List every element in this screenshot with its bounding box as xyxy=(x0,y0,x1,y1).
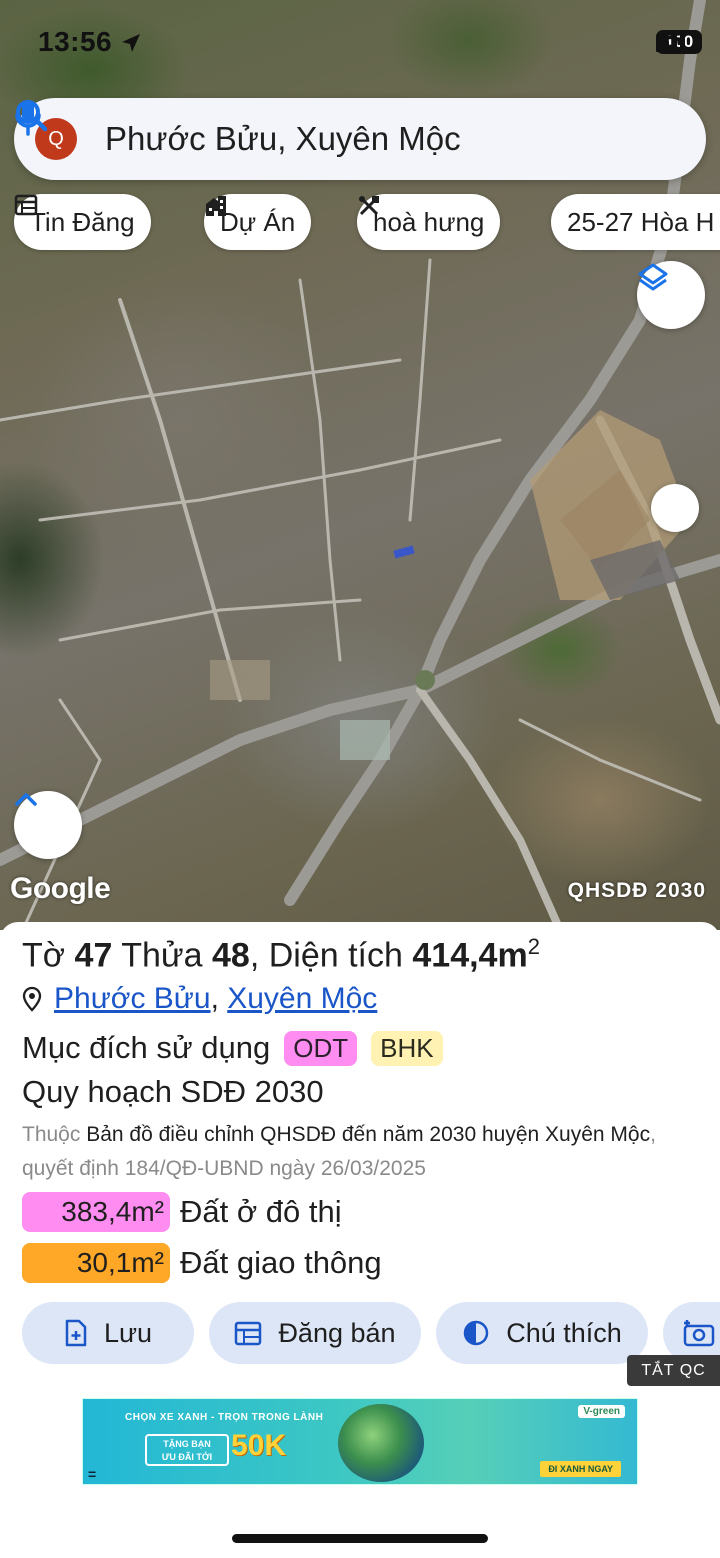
layer-label: QHSDĐ 2030 xyxy=(567,879,706,902)
area-value-badge: 383,4m² xyxy=(22,1192,170,1232)
ad-headline: CHỌN XE XANH - TRỌN TRONG LÀNH xyxy=(125,1412,324,1423)
chip-address[interactable]: 25-27 Hòa H xyxy=(551,194,720,250)
tools-icon xyxy=(359,196,379,216)
chip-label: Tin Đăng xyxy=(30,206,135,237)
area-unit: 2 xyxy=(527,934,540,959)
ward-link[interactable]: Phước Bửu xyxy=(54,982,211,1016)
ad-offer-line2: ƯU ĐÃI TỚI xyxy=(161,1452,213,1462)
chip-hoa-hung[interactable]: hoà hưng xyxy=(357,194,501,250)
ad-cta-button[interactable]: ĐI XANH NGAY xyxy=(540,1461,621,1477)
area-value: 414,4m xyxy=(412,936,528,975)
ad-banner[interactable]: CHỌN XE XANH - TRỌN TRONG LÀNH TẶNG BẠN … xyxy=(82,1398,638,1485)
microphone-icon[interactable] xyxy=(14,98,42,136)
area-type-label: Đất giao thông xyxy=(180,1245,382,1280)
status-time: 13:56 xyxy=(38,26,113,57)
chip-du-an[interactable]: Dự Án xyxy=(204,194,312,250)
parcel-title: Tờ 47 Thửa 48, Diện tích 414,4m2 xyxy=(22,934,540,975)
area-type-label: Đất ở đô thị xyxy=(180,1194,342,1229)
satellite-map[interactable]: 13:56 100 Q Phước Bửu, Xuyên Mộc Tin Đăn… xyxy=(0,0,720,930)
chip-label: Dự Án xyxy=(220,206,296,237)
contrast-icon xyxy=(463,1320,489,1346)
google-logo: Google xyxy=(10,872,111,905)
location-pin-icon xyxy=(22,986,42,1012)
save-button[interactable]: Lưu xyxy=(22,1302,194,1364)
area-label: , Diện tích xyxy=(249,936,403,975)
close-ad-button[interactable]: TẮT QC xyxy=(627,1355,720,1386)
plan-prefix: Thuộc xyxy=(22,1123,81,1146)
earth-globe-image xyxy=(338,1404,424,1482)
ad-brand-logo: V-green xyxy=(578,1405,625,1418)
area-row-residential: 383,4m² Đất ở đô thị xyxy=(22,1192,342,1232)
save-doc-icon xyxy=(65,1319,87,1347)
ad-amount: 50K xyxy=(231,1429,287,1462)
purpose-label: Mục đích sử dụng xyxy=(22,1030,271,1065)
location-row: Phước Bửu, Xuyên Mộc xyxy=(22,982,377,1016)
action-label: Đăng bán xyxy=(278,1317,396,1348)
action-label: Chú thích xyxy=(506,1317,622,1348)
wifi-icon xyxy=(656,30,686,50)
building-icon xyxy=(206,196,226,216)
listing-icon xyxy=(14,194,38,216)
search-input[interactable]: Phước Bửu, Xuyên Mộc xyxy=(105,120,706,158)
legend-button[interactable]: Chú thích xyxy=(436,1302,648,1364)
home-indicator[interactable] xyxy=(232,1534,488,1543)
sheet-number: 47 xyxy=(74,936,113,975)
expand-button[interactable] xyxy=(14,791,82,859)
plan-description: Thuộc Bản đồ điều chỉnh QHSDĐ đến năm 20… xyxy=(22,1118,712,1186)
action-label: Lưu xyxy=(103,1317,153,1348)
ad-offer-line1: TẶNG BẠN xyxy=(163,1439,211,1449)
status-icons: 100 xyxy=(656,30,702,54)
lot-number: 48 xyxy=(212,936,250,975)
ad-menu-icon[interactable]: = xyxy=(88,1466,96,1482)
chip-label: 25-27 Hòa H xyxy=(567,206,715,237)
chevron-up-icon xyxy=(15,793,37,806)
chip-tin-dang[interactable]: Tin Đăng xyxy=(14,194,151,250)
separator: , xyxy=(210,982,228,1015)
plan-title: Quy hoạch SDĐ 2030 xyxy=(22,1074,324,1109)
sheet-label: Tờ xyxy=(22,936,66,975)
side-handle[interactable] xyxy=(651,484,699,532)
chip-label: hoà hưng xyxy=(373,206,485,237)
ad-offer: TẶNG BẠN ƯU ĐÃI TỚI xyxy=(145,1434,229,1466)
purpose-row: Mục đích sử dụng ODT BHK xyxy=(22,1030,443,1066)
post-sale-button[interactable]: Đăng bán xyxy=(209,1302,421,1364)
plan-document: Bản đồ điều chỉnh QHSDĐ đến năm 2030 huy… xyxy=(86,1123,651,1146)
lot-label: Thửa xyxy=(121,936,203,975)
district-link[interactable]: Xuyên Mộc xyxy=(227,982,377,1016)
area-value-badge: 30,1m² xyxy=(22,1243,170,1283)
purpose-tag-odt: ODT xyxy=(284,1030,358,1066)
camera-icon xyxy=(683,1320,715,1347)
layers-button[interactable] xyxy=(637,261,705,329)
purpose-tag-bhk: BHK xyxy=(371,1030,443,1066)
search-bar[interactable]: Q Phước Bửu, Xuyên Mộc xyxy=(14,98,706,180)
area-row-traffic: 30,1m² Đất giao thông xyxy=(22,1243,382,1283)
calendar-post-icon xyxy=(235,1321,262,1346)
location-arrow-icon xyxy=(122,34,140,52)
layers-icon xyxy=(638,263,668,291)
